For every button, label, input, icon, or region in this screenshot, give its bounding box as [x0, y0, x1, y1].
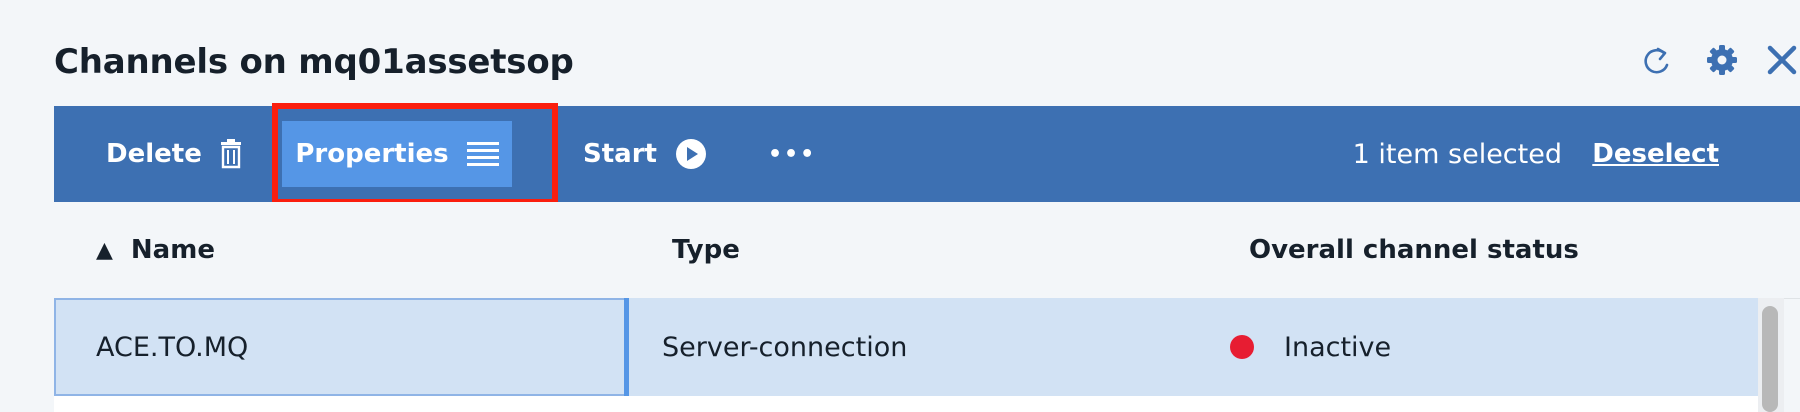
properties-button[interactable]: Properties	[282, 121, 512, 187]
column-resize-handle[interactable]	[624, 298, 629, 396]
delete-button[interactable]: Delete	[106, 106, 242, 202]
cell-type: Server-connection	[662, 331, 908, 363]
start-label: Start	[583, 139, 657, 169]
settings-gear-icon[interactable]	[1700, 38, 1744, 82]
sort-ascending-icon: ▲	[96, 237, 113, 263]
column-label-type: Type	[672, 235, 740, 265]
refresh-icon[interactable]	[1636, 38, 1680, 82]
scrollbar-thumb[interactable]	[1762, 306, 1778, 412]
close-icon[interactable]	[1760, 38, 1800, 82]
properties-label: Properties	[295, 139, 449, 169]
list-menu-icon	[466, 140, 499, 168]
next-row	[54, 396, 1758, 412]
overflow-icon: •••	[768, 141, 817, 167]
status-label: Inactive	[1284, 331, 1392, 363]
play-icon	[675, 138, 707, 170]
column-header-type[interactable]: Type	[672, 202, 740, 298]
cell-status: Inactive	[1230, 298, 1391, 396]
status-dot-icon	[1230, 335, 1254, 359]
overflow-menu-button[interactable]: •••	[768, 106, 816, 202]
column-label-status: Overall channel status	[1249, 235, 1579, 265]
column-header-name[interactable]: ▲ Name	[96, 202, 215, 298]
column-label-name: Name	[130, 235, 215, 265]
page-title: Channels on mq01assetsop	[54, 42, 574, 82]
selection-count: 1 item selected	[1352, 138, 1562, 170]
deselect-link[interactable]: Deselect	[1592, 106, 1719, 202]
trash-icon	[220, 139, 242, 169]
table-header: ▲ Name Type Overall channel status	[54, 202, 1800, 299]
batch-action-toolbar: Delete Properties Start ••• 1 item selec…	[54, 106, 1800, 202]
delete-label: Delete	[106, 139, 202, 169]
cell-name: ACE.TO.MQ	[54, 298, 624, 396]
table-row[interactable]: ACE.TO.MQ Server-connection Inactive	[54, 298, 1758, 396]
start-button[interactable]: Start	[583, 106, 707, 202]
column-header-status[interactable]: Overall channel status	[1249, 202, 1579, 298]
